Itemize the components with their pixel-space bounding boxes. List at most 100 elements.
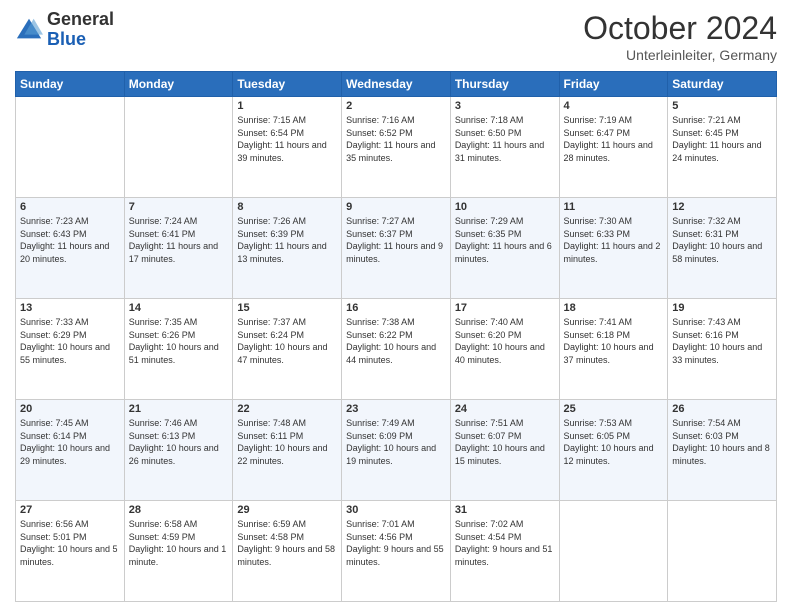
calendar-day-header: Friday <box>559 72 668 97</box>
day-info: Sunrise: 7:15 AM Sunset: 6:54 PM Dayligh… <box>237 114 337 164</box>
day-info: Sunrise: 7:54 AM Sunset: 6:03 PM Dayligh… <box>672 417 772 467</box>
calendar-table: SundayMondayTuesdayWednesdayThursdayFrid… <box>15 71 777 602</box>
day-info: Sunrise: 7:49 AM Sunset: 6:09 PM Dayligh… <box>346 417 446 467</box>
day-number: 10 <box>455 201 555 213</box>
calendar-day-header: Sunday <box>16 72 125 97</box>
day-number: 7 <box>129 201 229 213</box>
day-number: 15 <box>237 302 337 314</box>
day-number: 20 <box>20 403 120 415</box>
calendar-header-row: SundayMondayTuesdayWednesdayThursdayFrid… <box>16 72 777 97</box>
logo-icon <box>15 16 43 44</box>
title-block: October 2024 Unterleinleiter, Germany <box>583 10 777 63</box>
day-number: 8 <box>237 201 337 213</box>
day-number: 18 <box>564 302 664 314</box>
day-number: 31 <box>455 504 555 516</box>
calendar-cell: 18 Sunrise: 7:41 AM Sunset: 6:18 PM Dayli… <box>559 299 668 400</box>
day-number: 28 <box>129 504 229 516</box>
calendar-week-row: 27 Sunrise: 6:56 AM Sunset: 5:01 PM Dayli… <box>16 501 777 602</box>
day-number: 9 <box>346 201 446 213</box>
calendar-cell: 3 Sunrise: 7:18 AM Sunset: 6:50 PM Daylig… <box>450 97 559 198</box>
day-number: 12 <box>672 201 772 213</box>
day-number: 2 <box>346 100 446 112</box>
calendar-cell <box>559 501 668 602</box>
day-info: Sunrise: 7:18 AM Sunset: 6:50 PM Dayligh… <box>455 114 555 164</box>
calendar-cell: 22 Sunrise: 7:48 AM Sunset: 6:11 PM Dayli… <box>233 400 342 501</box>
day-number: 4 <box>564 100 664 112</box>
page: General Blue October 2024 Unterleinleite… <box>0 0 792 612</box>
day-number: 19 <box>672 302 772 314</box>
day-info: Sunrise: 7:37 AM Sunset: 6:24 PM Dayligh… <box>237 316 337 366</box>
calendar-cell: 7 Sunrise: 7:24 AM Sunset: 6:41 PM Daylig… <box>124 198 233 299</box>
day-info: Sunrise: 7:38 AM Sunset: 6:22 PM Dayligh… <box>346 316 446 366</box>
calendar-cell: 14Sunrise: 7:35 AM Sunset: 6:26 PM Dayli… <box>124 299 233 400</box>
calendar-cell: 29 Sunrise: 6:59 AM Sunset: 4:58 PM Dayli… <box>233 501 342 602</box>
logo-general: General <box>47 10 114 30</box>
day-number: 6 <box>20 201 120 213</box>
day-info: Sunrise: 7:48 AM Sunset: 6:11 PM Dayligh… <box>237 417 337 467</box>
calendar-cell: 5Sunrise: 7:21 AM Sunset: 6:45 PM Daylig… <box>668 97 777 198</box>
day-info: Sunrise: 6:56 AM Sunset: 5:01 PM Dayligh… <box>20 518 120 568</box>
calendar-cell: 9Sunrise: 7:27 AM Sunset: 6:37 PM Daylig… <box>342 198 451 299</box>
day-number: 11 <box>564 201 664 213</box>
day-info: Sunrise: 7:43 AM Sunset: 6:16 PM Dayligh… <box>672 316 772 366</box>
calendar-cell: 12 Sunrise: 7:32 AM Sunset: 6:31 PM Dayli… <box>668 198 777 299</box>
calendar-cell: 17Sunrise: 7:40 AM Sunset: 6:20 PM Dayli… <box>450 299 559 400</box>
calendar-week-row: 1 Sunrise: 7:15 AM Sunset: 6:54 PM Daylig… <box>16 97 777 198</box>
day-info: Sunrise: 7:29 AM Sunset: 6:35 PM Dayligh… <box>455 215 555 265</box>
day-number: 26 <box>672 403 772 415</box>
day-info: Sunrise: 7:23 AM Sunset: 6:43 PM Dayligh… <box>20 215 120 265</box>
calendar-day-header: Monday <box>124 72 233 97</box>
day-number: 3 <box>455 100 555 112</box>
calendar-day-header: Thursday <box>450 72 559 97</box>
calendar-cell <box>124 97 233 198</box>
day-number: 1 <box>237 100 337 112</box>
calendar-cell: 15 Sunrise: 7:37 AM Sunset: 6:24 PM Dayli… <box>233 299 342 400</box>
calendar-cell: 28 Sunrise: 6:58 AM Sunset: 4:59 PM Dayli… <box>124 501 233 602</box>
calendar-cell: 30Sunrise: 7:01 AM Sunset: 4:56 PM Dayli… <box>342 501 451 602</box>
subtitle: Unterleinleiter, Germany <box>583 47 777 63</box>
calendar-cell: 27 Sunrise: 6:56 AM Sunset: 5:01 PM Dayli… <box>16 501 125 602</box>
day-number: 27 <box>20 504 120 516</box>
calendar-week-row: 13Sunrise: 7:33 AM Sunset: 6:29 PM Dayli… <box>16 299 777 400</box>
day-info: Sunrise: 7:46 AM Sunset: 6:13 PM Dayligh… <box>129 417 229 467</box>
calendar-cell: 21Sunrise: 7:46 AM Sunset: 6:13 PM Dayli… <box>124 400 233 501</box>
logo-text: General Blue <box>47 10 114 50</box>
calendar-cell <box>668 501 777 602</box>
day-number: 5 <box>672 100 772 112</box>
day-info: Sunrise: 7:41 AM Sunset: 6:18 PM Dayligh… <box>564 316 664 366</box>
calendar-cell: 11 Sunrise: 7:30 AM Sunset: 6:33 PM Dayli… <box>559 198 668 299</box>
day-info: Sunrise: 7:32 AM Sunset: 6:31 PM Dayligh… <box>672 215 772 265</box>
calendar-cell: 4 Sunrise: 7:19 AM Sunset: 6:47 PM Daylig… <box>559 97 668 198</box>
day-info: Sunrise: 7:19 AM Sunset: 6:47 PM Dayligh… <box>564 114 664 164</box>
day-number: 29 <box>237 504 337 516</box>
calendar-day-header: Saturday <box>668 72 777 97</box>
calendar-cell: 1 Sunrise: 7:15 AM Sunset: 6:54 PM Daylig… <box>233 97 342 198</box>
day-number: 16 <box>346 302 446 314</box>
day-number: 22 <box>237 403 337 415</box>
day-info: Sunrise: 7:40 AM Sunset: 6:20 PM Dayligh… <box>455 316 555 366</box>
calendar-cell: 8Sunrise: 7:26 AM Sunset: 6:39 PM Daylig… <box>233 198 342 299</box>
main-title: October 2024 <box>583 10 777 47</box>
day-info: Sunrise: 7:45 AM Sunset: 6:14 PM Dayligh… <box>20 417 120 467</box>
calendar-day-header: Wednesday <box>342 72 451 97</box>
calendar-cell: 2Sunrise: 7:16 AM Sunset: 6:52 PM Daylig… <box>342 97 451 198</box>
day-info: Sunrise: 7:24 AM Sunset: 6:41 PM Dayligh… <box>129 215 229 265</box>
day-number: 13 <box>20 302 120 314</box>
header: General Blue October 2024 Unterleinleite… <box>15 10 777 63</box>
day-info: Sunrise: 6:58 AM Sunset: 4:59 PM Dayligh… <box>129 518 229 568</box>
calendar-cell: 26 Sunrise: 7:54 AM Sunset: 6:03 PM Dayli… <box>668 400 777 501</box>
logo: General Blue <box>15 10 114 50</box>
calendar-cell: 19 Sunrise: 7:43 AM Sunset: 6:16 PM Dayli… <box>668 299 777 400</box>
day-number: 24 <box>455 403 555 415</box>
day-info: Sunrise: 7:53 AM Sunset: 6:05 PM Dayligh… <box>564 417 664 467</box>
day-number: 14 <box>129 302 229 314</box>
calendar-cell: 31Sunrise: 7:02 AM Sunset: 4:54 PM Dayli… <box>450 501 559 602</box>
day-info: Sunrise: 6:59 AM Sunset: 4:58 PM Dayligh… <box>237 518 337 568</box>
calendar-cell: 16 Sunrise: 7:38 AM Sunset: 6:22 PM Dayli… <box>342 299 451 400</box>
calendar-cell: 25Sunrise: 7:53 AM Sunset: 6:05 PM Dayli… <box>559 400 668 501</box>
calendar-week-row: 20 Sunrise: 7:45 AM Sunset: 6:14 PM Dayli… <box>16 400 777 501</box>
calendar-day-header: Tuesday <box>233 72 342 97</box>
day-info: Sunrise: 7:30 AM Sunset: 6:33 PM Dayligh… <box>564 215 664 265</box>
calendar-cell: 24Sunrise: 7:51 AM Sunset: 6:07 PM Dayli… <box>450 400 559 501</box>
day-info: Sunrise: 7:01 AM Sunset: 4:56 PM Dayligh… <box>346 518 446 568</box>
